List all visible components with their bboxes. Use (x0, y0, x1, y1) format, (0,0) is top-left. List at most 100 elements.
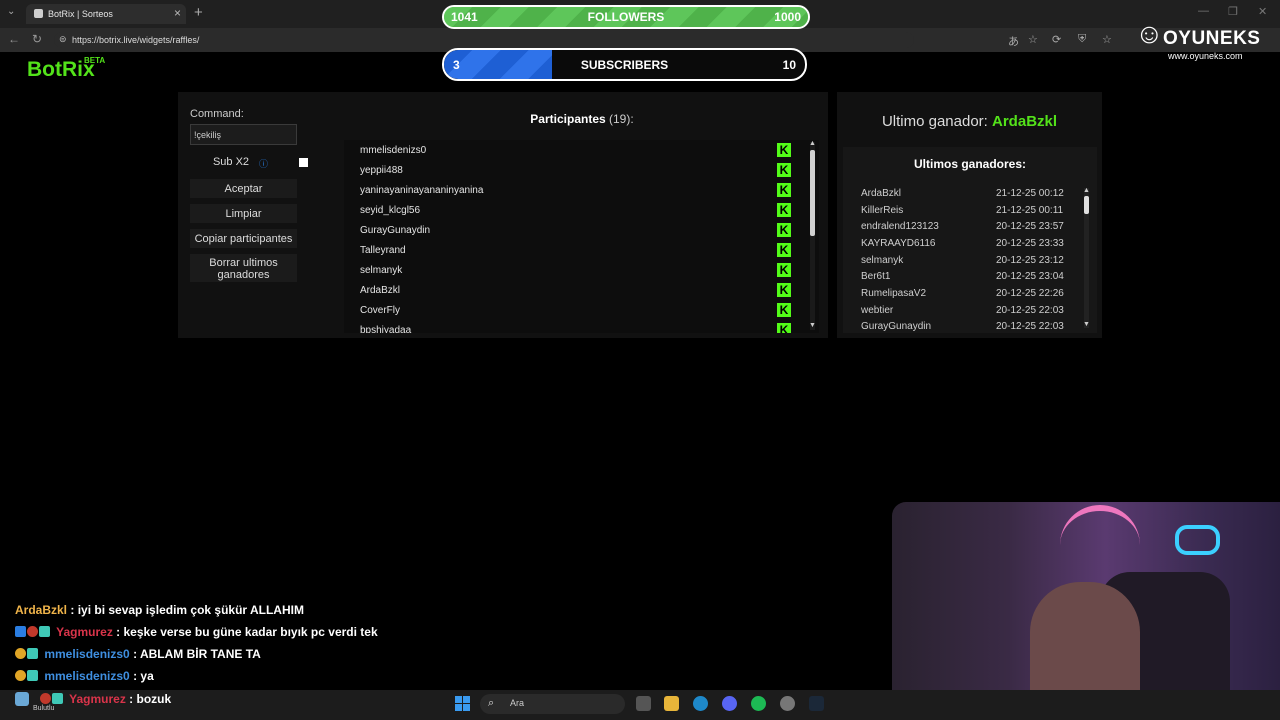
oyuneks-logo-text: OYUNEKS (1163, 28, 1261, 49)
info-icon[interactable]: ⓘ (259, 157, 268, 170)
subx2-checkbox[interactable] (299, 158, 308, 167)
participants-title: Participantes (19): (470, 112, 694, 126)
winner-date: 20-12-25 22:03 (996, 321, 1064, 332)
windows-start-icon[interactable] (455, 696, 471, 712)
participant-row: ArdaBzkl K (344, 280, 804, 300)
participant-name: yeppii488 (360, 165, 403, 176)
chat-message: Yagmurez : bozuk (40, 692, 171, 706)
last-winner: Ultimo ganador: ArdaBzkl (837, 113, 1102, 130)
participant-row: yeppii488 K (344, 160, 804, 180)
chat-text: : ya (133, 669, 154, 683)
participant-name: seyid_klcgl56 (360, 205, 421, 216)
delete-winners-button[interactable]: Borrar ultimos ganadores (190, 254, 297, 282)
winner-date: 20-12-25 23:04 (996, 271, 1064, 282)
spotify-icon[interactable] (751, 696, 766, 711)
winners-list[interactable]: ArdaBzkl 21-12-25 00:12 KillerReis 21-12-2… (843, 147, 1097, 333)
kick-platform-icon: K (777, 143, 791, 157)
badge-icon (15, 648, 26, 659)
app-icon[interactable] (780, 696, 795, 711)
file-explorer-icon[interactable] (664, 696, 679, 711)
winner-date: 20-12-25 22:03 (996, 305, 1064, 316)
winner-date: 20-12-25 23:33 (996, 238, 1064, 249)
participant-row: mmelisdenizs0 K (344, 140, 804, 160)
chat-text: : ABLAM BİR TANE TA (133, 647, 261, 661)
winner-row: RumelipasaV2 20-12-25 22:26 (861, 288, 1086, 299)
task-view-icon[interactable] (636, 696, 651, 711)
steam-icon[interactable] (809, 696, 824, 711)
copy-participants-button[interactable]: Copiar participantes (190, 229, 297, 248)
maximize-icon[interactable]: ❐ (1228, 5, 1238, 18)
winner-row: selmanyk 20-12-25 23:12 (861, 255, 1086, 266)
participants-title-label: Participantes (530, 112, 606, 126)
badge-icon (52, 693, 63, 704)
kick-platform-icon: K (777, 183, 791, 197)
url-field[interactable]: ⊜ https://botrix.live/widgets/raffles/ (54, 32, 914, 48)
oyuneks-mascot-icon: ☺ (1135, 18, 1164, 49)
weather-label: Bulutlu (33, 705, 55, 712)
close-window-icon[interactable]: ✕ (1258, 5, 1267, 18)
shield-icon[interactable]: ⛨ (1078, 33, 1086, 46)
tab-list-icon[interactable]: ⌄ (7, 6, 15, 17)
participant-name: GurayGunaydin (360, 225, 431, 236)
chat-username: Yagmurez (69, 692, 126, 706)
kick-platform-icon: K (777, 263, 791, 277)
scroll-up-icon[interactable]: ▲ (1083, 187, 1090, 194)
winner-name: webtier (861, 305, 894, 316)
reload-icon[interactable]: ↻ (32, 32, 42, 46)
badge-icon (27, 670, 38, 681)
command-input[interactable] (190, 124, 297, 145)
botrix-favicon-icon (34, 9, 43, 18)
badge-icon (39, 626, 50, 637)
minimize-icon[interactable]: — (1198, 5, 1209, 17)
chat-message: mmelisdenizs0 : ya (15, 669, 154, 683)
scroll-down-icon[interactable]: ▼ (1083, 321, 1090, 328)
winner-date: 21-12-25 00:12 (996, 188, 1064, 199)
winners-scroll-thumb[interactable] (1084, 196, 1089, 214)
site-info-icon[interactable]: ⊜ (59, 34, 67, 45)
taskbar-search[interactable]: Ara (480, 694, 625, 714)
winner-name: RumelipasaV2 (861, 288, 927, 299)
favorites-icon[interactable]: ☆ (1102, 33, 1112, 46)
extensions-icon[interactable]: ⟳ (1052, 33, 1061, 46)
chat-username: mmelisdenizs0 (44, 669, 130, 683)
chat-text: : keşke verse bu güne kadar bıyık pc ver… (116, 625, 378, 639)
winners-list-title: Ultimos ganadores: (913, 157, 1027, 171)
tab-title: BotRix | Sorteos (48, 9, 113, 19)
chat-username: Yagmurez (56, 625, 113, 639)
url-text: https://botrix.live/widgets/raffles/ (72, 35, 200, 45)
weather-icon[interactable] (15, 692, 29, 706)
scroll-down-icon[interactable]: ▼ (809, 322, 816, 329)
winner-name: ArdaBzkl (861, 188, 902, 199)
winner-name: GurayGunaydin (861, 321, 932, 332)
kick-platform-icon: K (777, 203, 791, 217)
participants-scroll-thumb[interactable] (810, 150, 815, 236)
followers-goal: 1000 (774, 10, 801, 24)
new-tab-icon[interactable]: + (194, 4, 203, 21)
accept-button[interactable]: Aceptar (190, 179, 297, 198)
favorite-star-icon[interactable]: ☆ (1028, 33, 1038, 46)
clear-button[interactable]: Limpiar (190, 204, 297, 223)
back-icon[interactable]: ← (8, 32, 20, 46)
winner-name: KAYRAAYD6116 (861, 238, 936, 249)
participant-row: CoverFly K (344, 300, 804, 320)
discord-icon[interactable] (722, 696, 737, 711)
edge-icon[interactable] (693, 696, 708, 711)
translate-icon[interactable]: あ (1008, 33, 1019, 49)
winner-row: Ber6t1 20-12-25 23:04 (861, 271, 1086, 282)
participants-list[interactable]: mmelisdenizs0 K yeppii488 K yaninayaninaya… (344, 140, 819, 333)
scroll-up-icon[interactable]: ▲ (809, 140, 816, 147)
chat-badges (40, 692, 64, 706)
chat-message: Yagmurez : keşke verse bu güne kadar bıy… (15, 625, 378, 639)
participant-name: Talleyrand (360, 245, 406, 256)
winner-row: KAYRAAYD6116 20-12-25 23:33 (861, 238, 1086, 249)
participant-name: ArdaBzkl (360, 285, 401, 296)
close-tab-icon[interactable]: × (174, 6, 181, 20)
kick-platform-icon: K (777, 223, 791, 237)
badge-icon (27, 648, 38, 659)
participant-row: seyid_klcgl56 K (344, 200, 804, 220)
chat-text: : bozuk (129, 692, 172, 706)
browser-tab[interactable]: BotRix | Sorteos × (26, 4, 186, 24)
subscribers-goal: 10 (782, 58, 796, 72)
badge-icon (15, 670, 26, 681)
chat-text: : iyi bi sevap işledim çok şükür ALLAHIM (70, 603, 304, 617)
